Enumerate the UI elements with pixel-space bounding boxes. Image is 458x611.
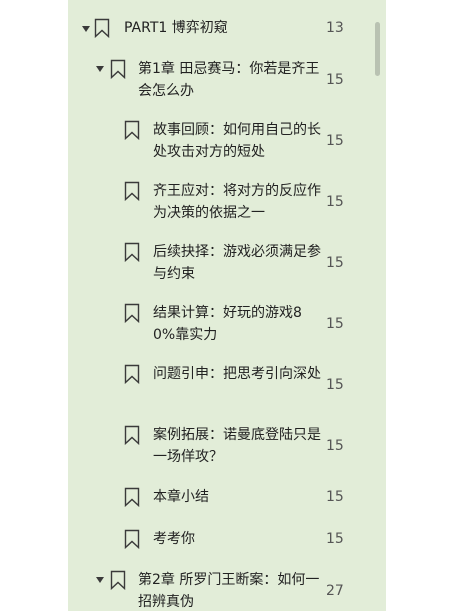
toc-item-title: 问题引申：把思考引向深处 — [153, 366, 321, 382]
toc-item-section[interactable]: 结果计算：好玩的游戏80%靠实力 15 — [68, 300, 386, 348]
toc-item-section[interactable]: 本章小结 15 — [68, 484, 386, 510]
expand-arrow-icon[interactable] — [96, 577, 104, 583]
toc-item-page: 15 — [326, 489, 344, 505]
toc-item-section[interactable]: 故事回顾：如何用自己的长处攻击对方的短处 15 — [68, 117, 386, 165]
toc-item-page: 15 — [326, 133, 344, 149]
bookmark-icon — [124, 425, 140, 445]
expand-arrow-icon[interactable] — [96, 66, 104, 72]
toc-item-chapter-2[interactable]: 第2章 所罗门王断案：如何一招辨真伪 27 — [68, 567, 386, 611]
toc-item-section[interactable]: 考考你 15 — [68, 526, 386, 552]
toc-item-page: 15 — [326, 377, 344, 393]
toc-item-page: 15 — [326, 531, 344, 547]
toc-item-title: PART1 博弈初窥 — [124, 20, 228, 36]
toc-panel: PART1 博弈初窥 13 第1章 田忌赛马：你若是齐王会怎么办 15 故事回顾… — [68, 0, 386, 611]
toc-item-title: 第2章 所罗门王断案：如何一招辨真伪 — [138, 572, 320, 610]
toc-item-title: 后续抉择：游戏必须满足参与约束 — [153, 244, 321, 282]
toc-item-title: 故事回顾：如何用自己的长处攻击对方的短处 — [153, 122, 321, 160]
toc-item-title: 案例拓展：诺曼底登陆只是一场佯攻？ — [153, 427, 321, 465]
toc-item-chapter-1[interactable]: 第1章 田忌赛马：你若是齐王会怎么办 15 — [68, 56, 386, 104]
toc-item-section[interactable]: 案例拓展：诺曼底登陆只是一场佯攻？ 15 — [68, 422, 386, 470]
toc-item-title: 第1章 田忌赛马：你若是齐王会怎么办 — [138, 61, 320, 99]
bookmark-icon — [124, 181, 140, 201]
bookmark-icon — [124, 364, 140, 384]
toc-item-title: 结果计算：好玩的游戏80%靠实力 — [153, 305, 302, 343]
toc-item-section[interactable]: 齐王应对：将对方的反应作为决策的依据之一 15 — [68, 178, 386, 226]
toc-item-page: 13 — [326, 20, 344, 36]
toc-item-title: 本章小结 — [153, 489, 209, 505]
toc-item-title: 考考你 — [153, 531, 195, 547]
toc-item-title: 齐王应对：将对方的反应作为决策的依据之一 — [153, 183, 321, 221]
bookmark-icon — [110, 59, 126, 79]
bookmark-icon — [124, 529, 140, 549]
toc-item-part1[interactable]: PART1 博弈初窥 13 — [68, 14, 386, 42]
bookmark-icon — [124, 242, 140, 262]
toc-item-section[interactable]: 问题引申：把思考引向深处 15 — [68, 361, 386, 409]
toc-item-page: 15 — [326, 72, 344, 88]
toc-item-page: 15 — [326, 438, 344, 454]
expand-arrow-icon[interactable] — [82, 26, 90, 32]
bookmark-icon — [124, 120, 140, 140]
bookmark-icon — [124, 303, 140, 323]
toc-item-page: 27 — [326, 583, 344, 599]
toc-item-page: 15 — [326, 255, 344, 271]
bookmark-icon — [124, 487, 140, 507]
toc-item-page: 15 — [326, 194, 344, 210]
toc-item-section[interactable]: 后续抉择：游戏必须满足参与约束 15 — [68, 239, 386, 287]
bookmark-icon — [110, 570, 126, 590]
toc-item-page: 15 — [326, 316, 344, 332]
bookmark-icon — [94, 18, 110, 38]
